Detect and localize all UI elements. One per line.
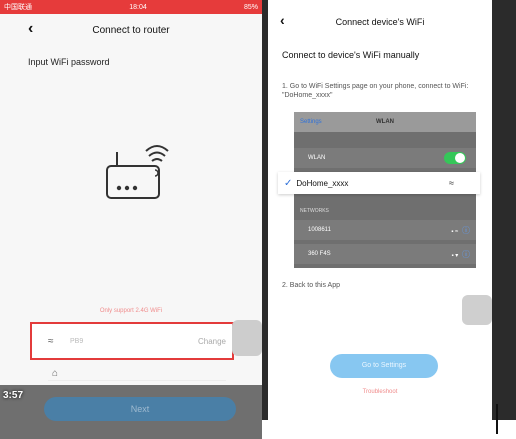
lock-wifi-icon: ▪ ≈ ⓘ: [451, 225, 470, 235]
back-chevron-icon[interactable]: ‹: [28, 20, 33, 38]
lock-icon: ⌂: [52, 368, 59, 379]
bottom-tab-strip: [262, 420, 516, 439]
selected-network-row: ✓ DoHome_xxxx ≈: [278, 172, 480, 194]
back-chevron-icon[interactable]: ‹: [280, 12, 285, 28]
status-bar: [268, 0, 492, 8]
instruction-step-2: 2. Back to this App: [282, 282, 340, 289]
lock-wifi-icon: ▪ ▾ ⓘ: [451, 249, 470, 259]
support-note: Only support 2.4G WiFi: [99, 308, 163, 314]
router-icon: [106, 145, 169, 199]
password-input-underline[interactable]: [48, 380, 226, 381]
wifi-icon: ≈: [449, 178, 454, 188]
network-row: 360 F4S ▪ ▾ ⓘ: [294, 244, 476, 264]
right-screen: ‹ Connect device's WiFi Connect to devic…: [268, 0, 492, 439]
checkmark-icon: ✓: [284, 177, 293, 189]
video-timestamp: 3:57: [3, 390, 24, 401]
floating-assistive-button[interactable]: [232, 320, 262, 356]
ios-nav-bar: Settings WLAN: [294, 112, 476, 132]
wifi-password-prompt: Input WiFi password: [28, 57, 110, 67]
page-title: Connect device's WiFi: [335, 17, 425, 27]
ios-wlan-row: WLAN: [294, 148, 476, 168]
nav-bar: ‹ Connect to router: [0, 14, 262, 46]
battery-label: 85%: [243, 3, 258, 11]
wifi-select-row[interactable]: ≈ PB9 Change: [30, 322, 234, 360]
instruction-step-1: 1. Go to WiFi Settings page on your phon…: [282, 83, 469, 99]
network-name: 360 F4S: [308, 251, 331, 257]
network-row: 1008611 ▪ ≈ ⓘ: [294, 220, 476, 240]
status-time: 18:04: [129, 3, 147, 11]
go-to-settings-button[interactable]: Go to Settings: [330, 354, 438, 378]
network-name: 1008611: [308, 227, 331, 233]
selected-ssid: DoHome_xxxx: [296, 178, 349, 188]
wlan-toggle: [444, 152, 466, 164]
networks-label: NETWORKS: [300, 208, 329, 214]
status-bar: 中国联通 18:04 85%: [0, 0, 262, 14]
troubleshoot-link[interactable]: Troubleshoot: [268, 389, 492, 395]
next-button[interactable]: Next: [44, 397, 236, 421]
info-icon: ⓘ: [462, 249, 470, 259]
floating-assistive-button[interactable]: [462, 295, 492, 325]
change-wifi-button[interactable]: Change: [198, 337, 226, 346]
ssid-value: PB9: [70, 337, 84, 345]
carrier-label: 中国联通: [4, 4, 32, 11]
ios-title: WLAN: [376, 119, 394, 125]
ios-wlan-label: WLAN: [308, 155, 326, 161]
page-title: Connect to router: [92, 24, 170, 36]
wifi-icon: ≈: [48, 335, 54, 347]
info-icon: ⓘ: [462, 225, 470, 235]
manual-connect-heading: Connect to device's WiFi manually: [282, 50, 420, 60]
nav-bar: ‹ Connect device's WiFi: [268, 8, 492, 36]
edge-marker: [496, 404, 498, 434]
left-screen: 中国联通 18:04 85% ‹ Connect to router Input…: [0, 0, 262, 439]
